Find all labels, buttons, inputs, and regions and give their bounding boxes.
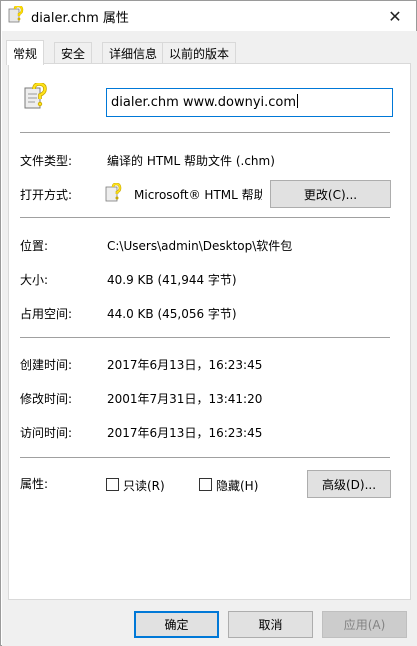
chm-file-icon xyxy=(8,6,24,24)
tab-details[interactable]: 详细信息 xyxy=(102,42,165,64)
attributes-label: 属性: xyxy=(20,477,49,491)
tab-label: 安全 xyxy=(61,47,86,61)
file-name-input[interactable]: dialer.chm www.downyi.com xyxy=(106,88,393,117)
separator xyxy=(20,337,390,338)
opens-with-value: Microsoft® HTML 帮助 xyxy=(134,188,262,202)
hidden-checkbox[interactable] xyxy=(199,478,212,491)
readonly-label[interactable]: 只读(R) xyxy=(123,477,165,494)
apply-button[interactable]: 应用(A) xyxy=(322,611,407,638)
properties-dialog: dialer.chm 属性 ✕ 常规 安全 详细信息 以前的版本 dialer.… xyxy=(0,0,417,646)
location-value: C:\Users\admin\Desktop\软件包 xyxy=(107,239,293,253)
tab-label: 以前的版本 xyxy=(169,47,230,61)
chm-file-icon xyxy=(105,183,123,203)
separator xyxy=(20,132,390,133)
advanced-button[interactable]: 高级(D)... xyxy=(307,470,391,498)
file-name-text: dialer.chm www.downyi.com xyxy=(111,95,297,110)
location-label: 位置: xyxy=(20,239,49,253)
file-type-label: 文件类型: xyxy=(20,154,73,168)
size-label: 大小: xyxy=(20,273,49,287)
created-label: 创建时间: xyxy=(20,358,73,372)
size-on-disk-label: 占用空间: xyxy=(20,307,73,321)
size-on-disk-value: 44.0 KB (45,056 字节) xyxy=(107,307,237,321)
accessed-label: 访问时间: xyxy=(20,426,73,440)
tab-label: 详细信息 xyxy=(109,47,158,61)
close-button[interactable]: ✕ xyxy=(373,1,417,31)
separator xyxy=(20,457,390,458)
cancel-button[interactable]: 取消 xyxy=(228,611,313,638)
tab-security[interactable]: 安全 xyxy=(54,42,93,64)
size-value: 40.9 KB (41,944 字节) xyxy=(107,273,237,287)
accessed-value: 2017年6月13日，16:23:45 xyxy=(107,426,263,440)
separator xyxy=(20,217,390,218)
opens-with-label: 打开方式: xyxy=(20,188,73,202)
ok-button[interactable]: 确定 xyxy=(134,611,219,638)
title-bar[interactable]: dialer.chm 属性 ✕ xyxy=(1,1,416,31)
text-caret xyxy=(297,94,299,108)
tab-label: 常规 xyxy=(13,46,38,61)
modified-value: 2001年7月31日，13:41:20 xyxy=(107,392,263,406)
change-button[interactable]: 更改(C)... xyxy=(270,180,391,208)
tab-general[interactable]: 常规 xyxy=(6,40,45,65)
general-tab-panel xyxy=(8,63,411,600)
chm-file-icon xyxy=(23,83,49,111)
tab-previous-versions[interactable]: 以前的版本 xyxy=(162,42,237,64)
modified-label: 修改时间: xyxy=(20,392,73,406)
file-type-value: 编译的 HTML 帮助文件 (.chm) xyxy=(107,154,275,168)
readonly-checkbox[interactable] xyxy=(106,478,119,491)
created-value: 2017年6月13日，16:23:45 xyxy=(107,358,263,372)
hidden-label[interactable]: 隐藏(H) xyxy=(216,477,258,494)
window-title: dialer.chm 属性 xyxy=(31,11,129,26)
